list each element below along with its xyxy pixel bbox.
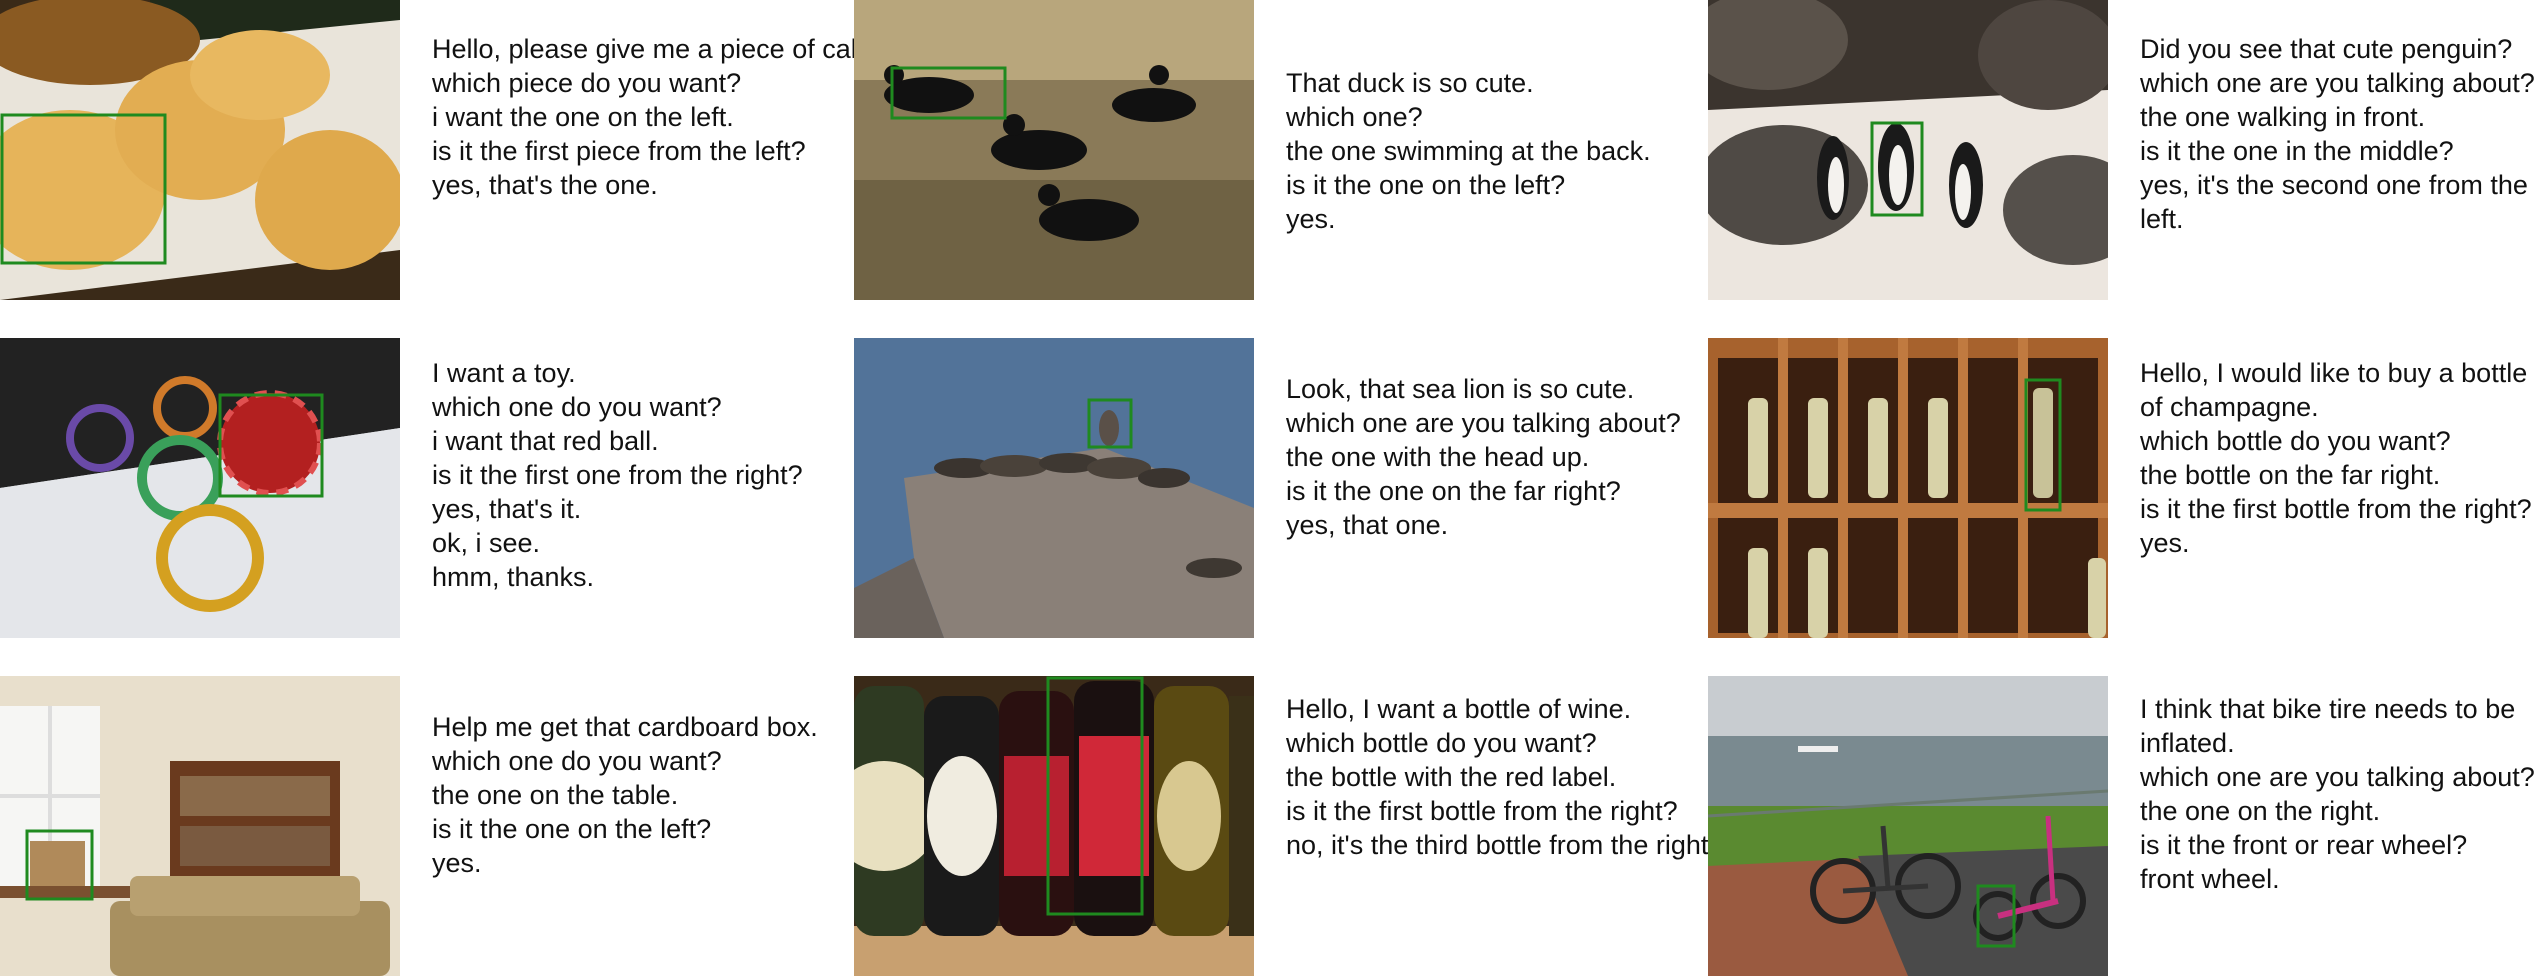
dialogue-2: That duck is so cute. which one? the one… (1286, 66, 1766, 236)
dialogue-line: is it the one in the middle? (2140, 136, 2454, 166)
dialogue-line: ok, i see. (432, 528, 541, 558)
dialogue-line: the bottle on the far right. (2140, 460, 2441, 490)
photo-pancakes (0, 0, 400, 300)
photo-wine-rack (1708, 338, 2108, 638)
dialogue-line: is it the front or rear wheel? (2140, 830, 2468, 860)
dialogue-line: is it the one on the far right? (1286, 476, 1621, 506)
dialogue-line: the bottle with the red label. (1286, 762, 1617, 792)
dialogue-line: i want that red ball. (432, 426, 659, 456)
dialogue-line: yes, that's the one. (432, 170, 658, 200)
dialogue-line: That duck is so cute. (1286, 68, 1534, 98)
dialogue-line: yes. (2140, 528, 2190, 558)
dialogue-line: Look, that sea lion is so cute. (1286, 374, 1635, 404)
dialogue-line: is it the first one from the right? (432, 460, 803, 490)
dialogue-line: Hello, please give me a piece of cake. (432, 34, 887, 64)
dialogue-line: which one do you want? (432, 392, 722, 422)
dialogue-line: Help me get that cardboard box. (432, 712, 818, 742)
dialogue-line: which one do you want? (432, 746, 722, 776)
dialogue-6: Hello, I would like to buy a bottle of c… (2140, 356, 2535, 560)
dialogue-line: Hello, I would like to buy a bottle of c… (2140, 358, 2528, 422)
photo-ducks (854, 0, 1254, 300)
dialogue-line: is it the one on the left? (1286, 170, 1566, 200)
dialogue-line: which bottle do you want? (1286, 728, 1597, 758)
photo-sea-lions (854, 338, 1254, 638)
dialogue-line: which one are you talking about? (1286, 408, 1681, 438)
photo-living-room (0, 676, 400, 976)
dialogue-line: which one? (1286, 102, 1423, 132)
dialogue-4: I want a toy. which one do you want? i w… (432, 356, 912, 594)
dialogue-line: Did you see that cute penguin? (2140, 34, 2513, 64)
photo-bikes (1708, 676, 2108, 976)
dialogue-1: Hello, please give me a piece of cake. w… (432, 32, 912, 202)
dialogue-line: which piece do you want? (432, 68, 742, 98)
dialogue-line: the one on the right. (2140, 796, 2381, 826)
dialogue-line: yes. (432, 848, 482, 878)
dialogue-line: I think that bike tire needs to be infla… (2140, 694, 2516, 758)
dialogue-7: Help me get that cardboard box. which on… (432, 710, 912, 880)
dialogue-line: the one with the head up. (1286, 442, 1590, 472)
dialogue-line: i want the one on the left. (432, 102, 734, 132)
dialogue-9: I think that bike tire needs to be infla… (2140, 692, 2535, 896)
dialogue-line: yes. (1286, 204, 1336, 234)
dialogue-line: which bottle do you want? (2140, 426, 2451, 456)
dialogue-line: Hello, I want a bottle of wine. (1286, 694, 1632, 724)
dialogue-line: the one swimming at the back. (1286, 136, 1651, 166)
dialogue-line: which one are you talking about? (2140, 68, 2535, 98)
dialogue-line: hmm, thanks. (432, 562, 595, 592)
dialogue-line: yes, that's it. (432, 494, 582, 524)
photo-beer-bottles (854, 676, 1254, 976)
photo-penguins (1708, 0, 2108, 300)
dialogue-line: is it the first bottle from the right? (1286, 796, 1678, 826)
dialogue-line: no, it's the third bottle from the right… (1286, 830, 1716, 860)
dialogue-line: is it the one on the left? (432, 814, 712, 844)
dialogue-line: yes, that one. (1286, 510, 1449, 540)
photo-toy-balls (0, 338, 400, 638)
dialogue-line: which one are you talking about? (2140, 762, 2535, 792)
dialogue-line: is it the first piece from the left? (432, 136, 806, 166)
dialogue-line: the one walking in front. (2140, 102, 2426, 132)
dialogue-line: yes, it's the second one from the left. (2140, 170, 2528, 234)
dialogue-3: Did you see that cute penguin? which one… (2140, 32, 2535, 236)
dialogue-line: I want a toy. (432, 358, 576, 388)
dialogue-line: the one on the table. (432, 780, 679, 810)
dialogue-8: Hello, I want a bottle of wine. which bo… (1286, 692, 1766, 862)
dialogue-5: Look, that sea lion is so cute. which on… (1286, 372, 1766, 542)
dialogue-line: front wheel. (2140, 864, 2280, 894)
dialogue-line: is it the first bottle from the right? (2140, 494, 2532, 524)
